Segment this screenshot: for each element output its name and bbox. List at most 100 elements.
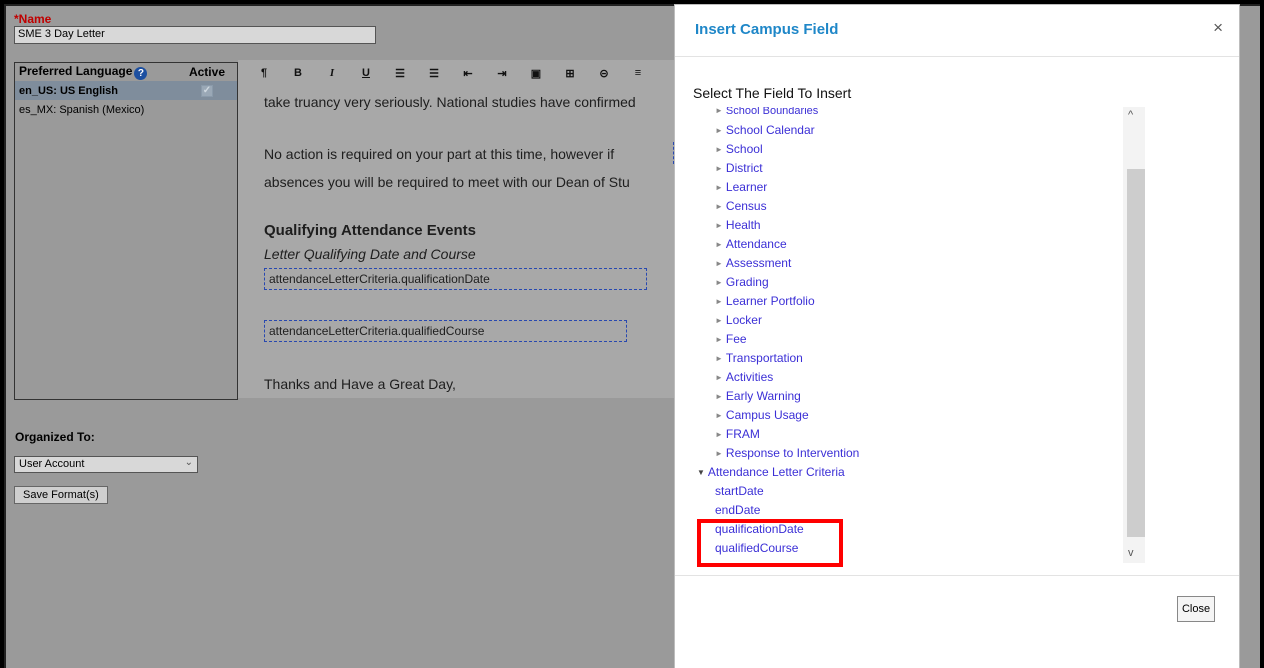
tree-item[interactable]: ► Response to Intervention [715, 446, 859, 460]
highlight-box [697, 519, 843, 567]
tree-item-label: Transportation [725, 351, 803, 365]
field-start-date[interactable]: startDate [715, 484, 764, 498]
tree-item-label: Learner [725, 180, 768, 194]
tree-item[interactable]: ► School Boundaries [715, 107, 818, 117]
tree-item[interactable]: ► Early Warning [715, 389, 801, 403]
italic-icon[interactable]: I [324, 67, 340, 79]
tree-item-label: Fee [725, 332, 747, 346]
close-button[interactable]: Close [1177, 596, 1215, 622]
tree-item[interactable]: ► Grading [715, 275, 769, 289]
tree-item[interactable]: ► School Calendar [715, 123, 815, 137]
expand-arrow-icon: ► [715, 164, 723, 173]
select-field-label: Select The Field To Insert [693, 85, 852, 101]
chevron-down-icon: ⌄ [184, 457, 193, 468]
body-text-line: take truancy very seriously. National st… [264, 94, 636, 110]
dialog-body: Select The Field To Insert ► School Bound… [675, 57, 1239, 575]
tree-item-label: Attendance [725, 237, 787, 251]
save-formats-button[interactable]: Save Format(s) [14, 486, 108, 504]
tree-item[interactable]: ► Fee [715, 332, 747, 346]
underline-icon[interactable]: U [358, 67, 374, 79]
bold-icon[interactable]: B [290, 67, 306, 79]
close-icon[interactable]: × [1213, 18, 1223, 38]
language-list: Preferred Language? Active en_US: US Eng… [14, 62, 238, 400]
letter-editor[interactable]: ¶ B I U ☰ ☰ ⇤ ⇥ ▣ ⊞ ⊝ ≡ take truancy ver… [238, 60, 698, 398]
tree-item[interactable]: ► FRAM [715, 427, 760, 441]
dialog-header: Insert Campus Field × [675, 5, 1239, 57]
tree-item[interactable]: ► Learner [715, 180, 767, 194]
tree-item[interactable]: ► District [715, 161, 763, 175]
expand-arrow-icon: ► [715, 373, 723, 382]
tree-item-label: School Calendar [725, 123, 815, 137]
align-icon[interactable]: ≡ [630, 67, 646, 79]
field-end-date[interactable]: endDate [715, 503, 760, 517]
closing-text: Thanks and Have a Great Day, [264, 376, 456, 392]
tree-item-label: Assessment [725, 256, 792, 270]
tree-section-attendance-letter-criteria[interactable]: ▼ Attendance Letter Criteria [697, 465, 845, 479]
tree-scrollbar[interactable]: ^ v [1123, 107, 1145, 563]
tree-item-label: Response to Intervention [725, 446, 860, 460]
language-label: en_US: US English [19, 84, 119, 97]
paragraph-icon[interactable]: ¶ [256, 67, 272, 79]
tree-item[interactable]: ► Health [715, 218, 761, 232]
qualification-date-field[interactable]: attendanceLetterCriteria.qualificationDa… [264, 268, 647, 290]
tree-item[interactable]: ► Assessment [715, 256, 791, 270]
expand-arrow-icon: ► [715, 202, 723, 211]
expand-arrow-icon: ► [715, 392, 723, 401]
preferred-language-text: Preferred Language [19, 64, 133, 78]
scroll-down-icon[interactable]: v [1128, 547, 1134, 559]
tree-section-label: Attendance Letter Criteria [707, 465, 845, 479]
language-label: es_MX: Spanish (Mexico) [19, 103, 145, 116]
expand-arrow-icon: ► [715, 259, 723, 268]
tree-item[interactable]: ► Locker [715, 313, 762, 327]
outdent-icon[interactable]: ⇤ [460, 67, 476, 80]
tree-item-label: Learner Portfolio [725, 294, 815, 308]
expand-arrow-icon: ► [715, 107, 723, 115]
expand-arrow-icon: ► [715, 335, 723, 344]
help-icon[interactable]: ? [134, 67, 148, 80]
body-text-line: No action is required on your part at th… [264, 146, 615, 162]
numbered-list-icon[interactable]: ☰ [426, 67, 442, 80]
expand-arrow-icon: ► [715, 183, 723, 192]
tree-item-label: Census [725, 199, 767, 213]
tree-item[interactable]: ► Activities [715, 370, 773, 384]
scroll-thumb[interactable] [1127, 169, 1145, 537]
scroll-up-icon[interactable]: ^ [1128, 109, 1133, 121]
expand-arrow-icon: ► [715, 240, 723, 249]
body-text-line: absences you will be required to meet wi… [264, 174, 630, 190]
tree-item-label: Grading [725, 275, 769, 289]
field-tree: ► School Boundaries ► School Calendar ► Sch… [675, 107, 1147, 567]
indent-icon[interactable]: ⇥ [494, 67, 510, 80]
tree-item[interactable]: ► Census [715, 199, 767, 213]
tree-item[interactable]: ► School [715, 142, 763, 156]
expand-arrow-icon: ► [715, 316, 723, 325]
tree-item[interactable]: ► Learner Portfolio [715, 294, 815, 308]
name-input[interactable]: SME 3 Day Letter [14, 26, 376, 44]
expand-arrow-icon: ► [715, 354, 723, 363]
table-icon[interactable]: ⊞ [562, 67, 578, 80]
image-icon[interactable]: ▣ [528, 67, 544, 80]
tree-item[interactable]: ► Transportation [715, 351, 803, 365]
tree-item-label: Early Warning [725, 389, 801, 403]
organized-to-select[interactable]: User Account ⌄ [14, 456, 198, 473]
language-row-en-us[interactable]: en_US: US English ✓ [15, 81, 237, 100]
tree-item[interactable]: ► Attendance [715, 237, 787, 251]
tree-item[interactable]: ► Campus Usage [715, 408, 809, 422]
tree-item-label: FRAM [725, 427, 760, 441]
expand-arrow-icon: ► [715, 278, 723, 287]
qualifying-heading: Qualifying Attendance Events [264, 222, 476, 239]
link-icon[interactable]: ⊝ [596, 67, 612, 80]
qualified-course-field[interactable]: attendanceLetterCriteria.qualifiedCourse [264, 320, 627, 342]
active-column-label: Active [188, 65, 225, 79]
expand-arrow-icon: ► [715, 126, 723, 135]
language-list-header: Preferred Language? Active [15, 63, 237, 81]
bullet-list-icon[interactable]: ☰ [392, 67, 408, 80]
tree-item-label: Health [725, 218, 761, 232]
name-label: *Name [14, 12, 52, 26]
language-row-es-mx[interactable]: es_MX: Spanish (Mexico) [15, 100, 237, 119]
qualifying-subheading: Letter Qualifying Date and Course [264, 246, 476, 262]
editor-toolbar: ¶ B I U ☰ ☰ ⇤ ⇥ ▣ ⊞ ⊝ ≡ [238, 60, 698, 86]
active-checkbox[interactable]: ✓ [201, 84, 213, 97]
organized-to-value: User Account [19, 458, 85, 470]
preferred-language-label: Preferred Language? [19, 64, 148, 80]
insert-campus-field-dialog: Insert Campus Field × Select The Field T… [674, 4, 1240, 668]
